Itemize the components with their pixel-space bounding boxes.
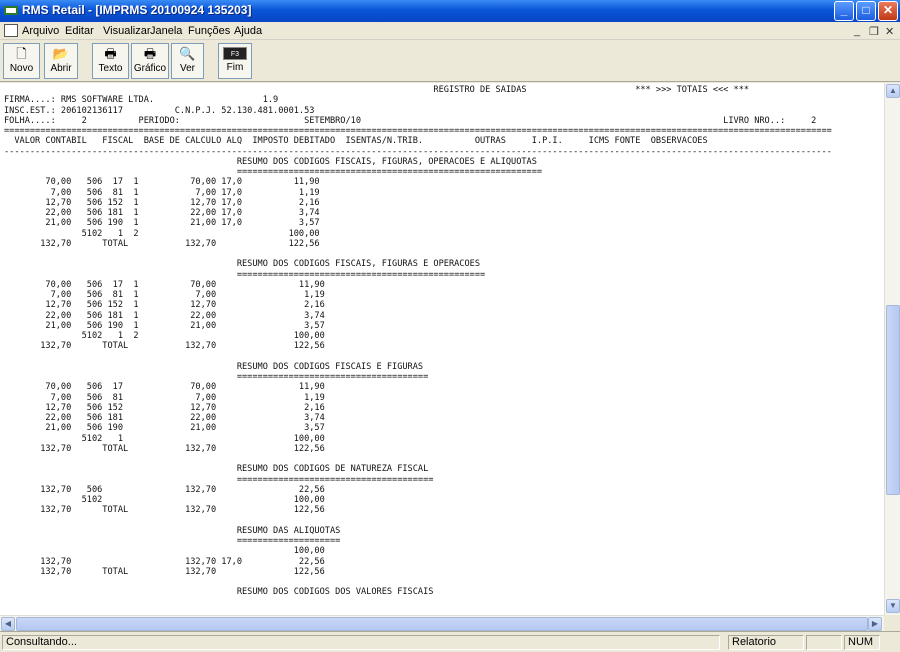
status-mode: Relatorio xyxy=(728,635,804,650)
menu-funcoes[interactable]: Funções xyxy=(188,25,230,37)
scrollbar-corner xyxy=(884,615,900,631)
menu-visualizar[interactable]: Visualizar xyxy=(103,25,151,37)
report-line: ====================================== xyxy=(4,474,434,485)
report-line: 5102 1 2 100,00 xyxy=(4,228,320,239)
title-bar[interactable]: RMS Retail - [IMPRMS 20100924 135203] _ … xyxy=(0,0,900,22)
preview-icon: 🔍 xyxy=(179,46,196,61)
close-button[interactable]: ✕ xyxy=(878,1,898,21)
menu-ajuda[interactable]: Ajuda xyxy=(234,25,262,37)
app-icon xyxy=(4,6,18,15)
report-line: RESUMO DOS CODIGOS FISCAIS, FIGURAS E OP… xyxy=(4,259,480,270)
report-line: RESUMO DOS CODIGOS FISCAIS E FIGURAS xyxy=(4,361,424,372)
report-line: 21,00 506 190 1 21,00 3,57 xyxy=(4,320,325,331)
report-line: 132,70 TOTAL 132,70 122,56 xyxy=(4,505,325,516)
fim-button[interactable]: F3 Fim xyxy=(218,43,252,79)
report-line: RESUMO DOS CODIGOS DOS VALORES FISCAIS xyxy=(4,587,434,598)
report-line: 70,00 506 17 70,00 11,90 xyxy=(4,382,325,393)
report-line: 22,00 506 181 1 22,00 17,0 3,74 xyxy=(4,208,320,218)
horizontal-scrollbar[interactable]: ◀ ▶ xyxy=(0,615,884,631)
texto-label: Texto xyxy=(98,63,123,74)
menu-bar: Arquivo Editar Visualizar Janela Funções… xyxy=(0,22,900,40)
minimize-button[interactable]: _ xyxy=(834,1,854,21)
report-line: 12,70 506 152 1 12,70 2,16 xyxy=(4,300,325,311)
toolbar: 🗋 Novo 📂 Abrir 🖶 Texto 🖶 Gráfico 🔍 Ver F… xyxy=(0,40,900,82)
menu-janela[interactable]: Janela xyxy=(150,25,182,37)
horizontal-scroll-thumb[interactable] xyxy=(16,617,868,631)
report-view[interactable]: REGISTRO DE SAIDAS *** >>> TOTAIS <<< **… xyxy=(0,83,884,615)
status-message: Consultando... xyxy=(2,635,720,650)
report-line: REGISTRO DE SAIDAS *** >>> TOTAIS <<< **… xyxy=(4,85,750,95)
report-line: 12,70 506 152 12,70 2,16 xyxy=(4,402,325,413)
report-line: VALOR CONTABIL FISCAL BASE DE CALCULO AL… xyxy=(4,136,708,147)
report-line: 132,70 TOTAL 132,70 122,56 xyxy=(4,566,325,577)
report-line: 22,00 506 181 1 22,00 3,74 xyxy=(4,310,325,321)
report-line: 7,00 506 81 1 7,00 1,19 xyxy=(4,290,325,300)
status-indicator-empty xyxy=(806,635,842,650)
report-line: 70,00 506 17 1 70,00 11,90 xyxy=(4,279,325,290)
fim-label: Fim xyxy=(226,62,244,73)
report-line: INSC.EST.: 206102136117 C.N.P.J. 52.130.… xyxy=(4,105,315,116)
status-bar: Consultando... Relatorio NUM xyxy=(0,631,900,652)
abrir-button[interactable]: 📂 Abrir xyxy=(44,43,78,79)
window-title: RMS Retail - [IMPRMS 20100924 135203] xyxy=(22,3,252,17)
ver-label: Ver xyxy=(179,63,195,74)
report-line: 5102 1 100,00 xyxy=(4,433,325,444)
status-numlock: NUM xyxy=(844,635,880,650)
novo-label: Novo xyxy=(9,63,34,74)
print-text-icon: 🖶 xyxy=(104,46,117,61)
scroll-right-arrow-icon[interactable]: ▶ xyxy=(868,617,882,631)
report-line: 70,00 506 17 1 70,00 17,0 11,90 xyxy=(4,177,320,188)
scroll-up-arrow-icon[interactable]: ▲ xyxy=(886,84,900,98)
report-line: FIRMA....: RMS SOFTWARE LTDA. 1.9 xyxy=(4,95,279,106)
menu-editar[interactable]: Editar xyxy=(65,25,94,37)
report-line: 22,00 506 181 22,00 3,74 xyxy=(4,413,325,423)
texto-button[interactable]: 🖶 Texto xyxy=(92,43,129,79)
report-line: ==================== xyxy=(4,536,341,546)
report-line: ========================================… xyxy=(4,269,486,280)
scroll-down-arrow-icon[interactable]: ▼ xyxy=(886,599,900,613)
print-graphic-icon: 🖶 xyxy=(143,46,157,61)
menu-arquivo[interactable]: Arquivo xyxy=(22,25,59,37)
report-line: ========================================… xyxy=(4,167,543,177)
report-line: 12,70 506 152 1 12,70 17,0 2,16 xyxy=(4,197,320,208)
grafico-button[interactable]: 🖶 Gráfico xyxy=(131,43,169,79)
mdi-minimize-button[interactable]: _ xyxy=(854,25,860,37)
new-document-icon: 🗋 xyxy=(16,46,27,61)
report-line: 132,70 132,70 17,0 22,56 xyxy=(4,556,325,567)
novo-button[interactable]: 🗋 Novo xyxy=(3,43,40,79)
mdi-close-button[interactable]: ✕ xyxy=(885,25,894,38)
report-line: 5102 100,00 xyxy=(4,495,325,505)
vertical-scrollbar[interactable]: ▲ ▼ xyxy=(884,83,900,615)
report-line: 21,00 506 190 1 21,00 17,0 3,57 xyxy=(4,218,320,229)
report-line: RESUMO DOS CODIGOS FISCAIS, FIGURAS, OPE… xyxy=(4,156,537,167)
report-line: 5102 1 2 100,00 xyxy=(4,331,325,341)
report-line: 100,00 xyxy=(4,546,325,557)
report-line: 7,00 506 81 7,00 1,19 xyxy=(4,392,325,403)
report-line: RESUMO DOS CODIGOS DE NATUREZA FISCAL xyxy=(4,464,429,475)
report-line: 132,70 506 132,70 22,56 xyxy=(4,484,325,495)
report-line: FOLHA....: 2 PERIODO: SETEMBRO/10 LIVRO … xyxy=(4,115,817,126)
report-line: 132,70 TOTAL 132,70 122,56 xyxy=(4,238,320,249)
document-icon[interactable] xyxy=(4,24,18,37)
report-line: ----------------------------------------… xyxy=(4,146,832,157)
maximize-button[interactable]: □ xyxy=(856,1,876,21)
report-line: RESUMO DAS ALIQUOTAS xyxy=(4,525,341,536)
report-line: 21,00 506 190 21,00 3,57 xyxy=(4,423,325,434)
report-line: ===================================== xyxy=(4,372,429,382)
mdi-restore-button[interactable]: ❐ xyxy=(869,25,879,38)
ver-button[interactable]: 🔍 Ver xyxy=(171,43,204,79)
vertical-scroll-thumb[interactable] xyxy=(886,305,900,495)
report-line: 132,70 TOTAL 132,70 122,56 xyxy=(4,443,325,454)
scroll-left-arrow-icon[interactable]: ◀ xyxy=(1,617,15,631)
grafico-label: Gráfico xyxy=(133,63,167,74)
open-folder-icon: 📂 xyxy=(52,46,70,61)
report-line: 132,70 TOTAL 132,70 122,56 xyxy=(4,341,325,352)
abrir-label: Abrir xyxy=(50,63,72,74)
report-line: ========================================… xyxy=(4,126,832,136)
f3-key-icon: F3 xyxy=(223,47,247,60)
report-line: 7,00 506 81 1 7,00 17,0 1,19 xyxy=(4,187,320,198)
